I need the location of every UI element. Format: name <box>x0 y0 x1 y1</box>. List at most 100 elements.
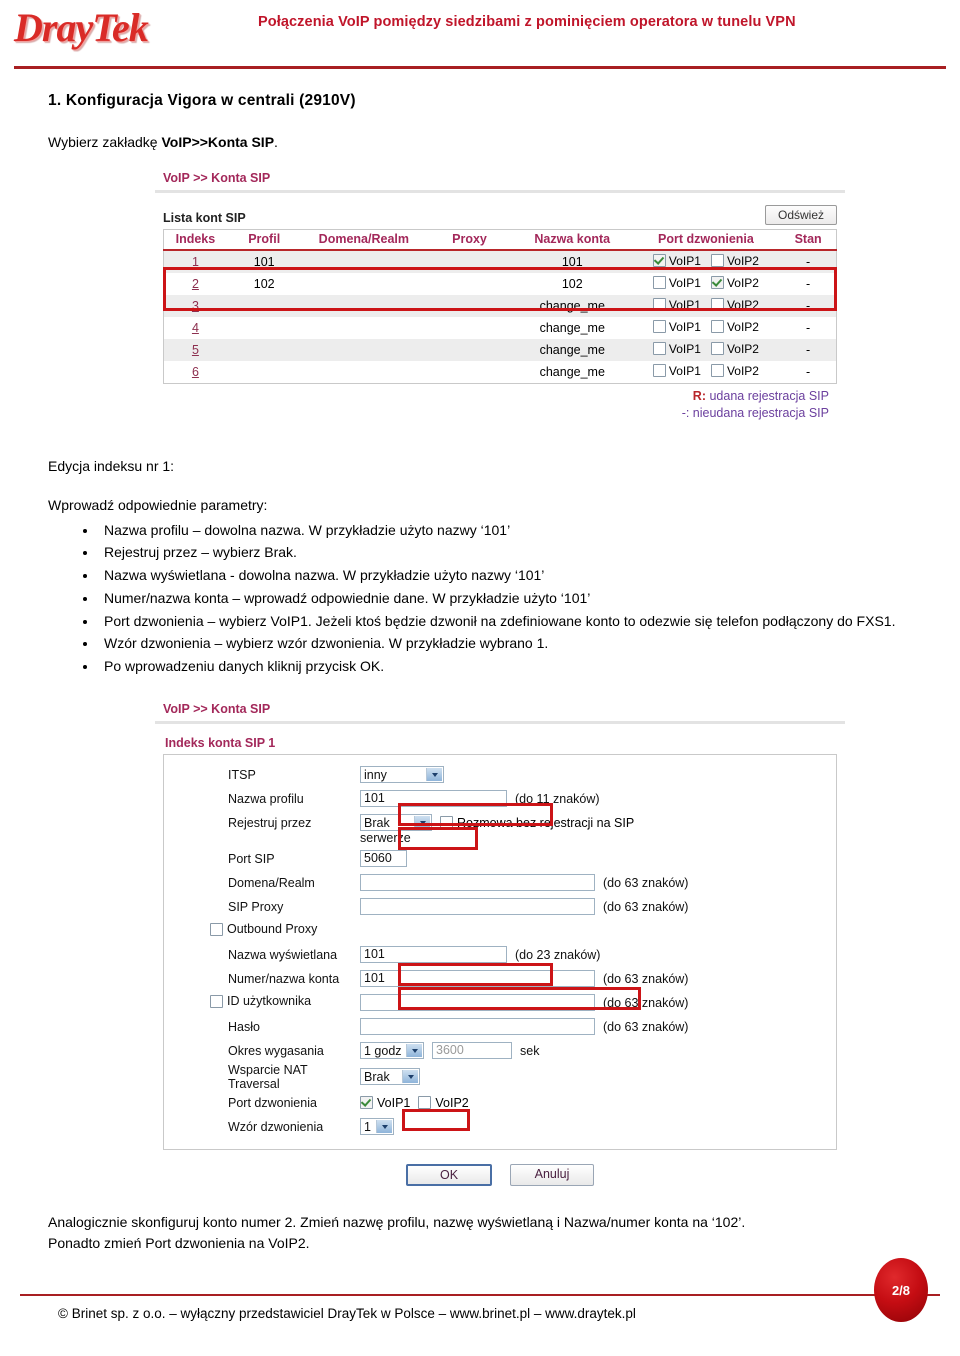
no-registration-checkbox[interactable] <box>440 816 453 830</box>
sip-index-link[interactable]: 5 <box>192 343 199 357</box>
row-voip1-checkbox[interactable] <box>652 254 666 268</box>
refresh-button[interactable]: Odśwież <box>764 205 837 225</box>
cell-profil: 101 <box>226 250 302 273</box>
chevron-down-icon <box>402 1070 418 1084</box>
domain-realm-input[interactable] <box>360 874 595 892</box>
itsp-select[interactable]: inny <box>360 766 444 784</box>
row-voip1-wrap[interactable]: VoIP1 <box>652 253 701 268</box>
outbound-proxy-checkbox-wrap[interactable]: Outbound Proxy <box>210 922 317 936</box>
list-item: Rejestruj przez – wybierz Brak. <box>98 542 940 564</box>
cancel-button[interactable]: Anuluj <box>510 1163 594 1186</box>
expiry-select-value: 1 godz <box>364 1043 402 1058</box>
sip-index-link[interactable]: 6 <box>192 365 199 379</box>
row-voip2-wrap[interactable]: VoIP2 <box>710 254 759 268</box>
userid-checkbox[interactable] <box>210 994 223 1008</box>
row-voip1-wrap[interactable]: VoIP1 <box>652 297 701 312</box>
row-voip2-wrap[interactable]: VoIP2 <box>710 364 759 378</box>
row-voip2-checkbox[interactable] <box>710 342 724 356</box>
cell-domena <box>301 317 427 339</box>
row-voip2-checkbox[interactable] <box>710 254 724 268</box>
row-voip1-checkbox[interactable] <box>652 298 666 312</box>
sip-form-screenshot: VoIP >> Konta SIP Indeks konta SIP 1 ITS… <box>155 697 845 1196</box>
sip-index-link[interactable]: 2 <box>192 277 199 291</box>
page-number-badge: 2/8 <box>874 1258 928 1322</box>
ringport-voip2-checkbox[interactable] <box>418 1096 432 1110</box>
register-via-subword: serwerze <box>360 830 411 845</box>
row-voip1-checkbox[interactable] <box>652 364 666 378</box>
outbound-proxy-checkbox[interactable] <box>210 922 223 936</box>
userid-input[interactable] <box>360 994 595 1012</box>
sip-list-screenshot: VoIP >> Konta SIP Lista kont SIP Odśwież… <box>155 167 845 434</box>
closing-paragraph: Analogicznie skonfiguruj konto numer 2. … <box>48 1212 940 1254</box>
control-port-dzwonienia: VoIP1 VoIP2 <box>360 1096 469 1110</box>
row-voip1-checkbox[interactable] <box>652 320 666 334</box>
row-voip2-checkbox[interactable] <box>710 364 724 378</box>
label-rejestruj-przez: Rejestruj przez <box>228 815 312 830</box>
sip-list-panel: Lista kont SIP Odśwież Indeks Profil Dom… <box>155 193 845 434</box>
page-footer: © Brinet sp. z o.o. – wyłączny przedstaw… <box>0 1258 960 1356</box>
row-voip2-wrap[interactable]: VoIP2 <box>710 341 759 356</box>
expiry-select[interactable]: 1 godz <box>360 1042 424 1060</box>
hint-domena-realm: (do 63 znaków) <box>603 875 689 890</box>
row-voip2-checkbox[interactable] <box>710 320 724 334</box>
control-haslo: (do 63 znaków) <box>360 1018 688 1036</box>
ok-button[interactable]: OK <box>406 1163 492 1186</box>
edit-index-line: Edycja indeksu nr 1: <box>48 457 175 474</box>
row-voip1-label: VoIP1 <box>668 253 701 268</box>
expiry-seconds-input[interactable]: 3600 <box>432 1042 512 1060</box>
userid-label: ID użytkownika <box>227 994 312 1009</box>
sip-port-input[interactable]: 5060 <box>360 850 407 868</box>
legend-line-fail: -: nieudana rejestracja SIP <box>681 405 829 420</box>
row-voip1-wrap[interactable]: VoIP1 <box>652 342 701 356</box>
userid-checkbox-wrap[interactable]: ID użytkownika <box>210 994 311 1008</box>
cell-stan: - <box>780 250 837 273</box>
label-id-uzytkownika-wrap: ID użytkownika <box>170 994 360 1011</box>
account-name-input[interactable]: 101 <box>360 970 595 988</box>
cell-profil <box>226 317 302 339</box>
row-voip1-wrap[interactable]: VoIP1 <box>652 363 701 378</box>
nat-traversal-select[interactable]: Brak <box>360 1068 420 1086</box>
no-registration-checkbox-wrap[interactable]: Rozmowa bez rejestracji na SIP <box>440 816 634 830</box>
row-voip1-wrap[interactable]: VoIP1 <box>652 320 701 334</box>
row-voip1-label: VoIP1 <box>668 363 701 378</box>
expiry-unit-label: sek <box>520 1043 540 1058</box>
register-via-select[interactable]: Brak <box>360 814 432 832</box>
row-voip2-checkbox[interactable] <box>710 298 724 312</box>
row-voip2-checkbox[interactable] <box>710 276 724 290</box>
row-voip2-wrap[interactable]: VoIP2 <box>710 320 759 334</box>
chevron-down-icon <box>376 1120 392 1134</box>
cell-profil <box>226 361 302 384</box>
sip-form-title: Indeks konta SIP 1 <box>165 735 276 750</box>
control-nazwa-profilu: 101 (do 11 znaków) <box>360 790 600 808</box>
table-row: 4 change_me VoIP1 VoIP2 - <box>163 317 837 339</box>
display-name-input[interactable]: 101 <box>360 946 507 964</box>
label-wzor-dzwonienia: Wzór dzwonienia <box>228 1119 324 1134</box>
sip-index-link[interactable]: 4 <box>192 321 199 335</box>
label-numer-nazwa-konta: Numer/nazwa konta <box>228 971 340 986</box>
row-voip2-label: VoIP2 <box>726 341 759 356</box>
ringport-voip1-wrap[interactable]: VoIP1 <box>360 1096 410 1110</box>
row-voip2-wrap[interactable]: VoIP2 <box>710 297 759 312</box>
row-voip1-label: VoIP1 <box>668 275 701 290</box>
sip-index-link[interactable]: 3 <box>192 299 199 313</box>
cell-proxy <box>426 339 513 361</box>
sip-index-link[interactable]: 1 <box>192 255 199 269</box>
sip-proxy-input[interactable] <box>360 898 595 916</box>
intro-bold-path: VoIP>>Konta SIP <box>161 134 275 150</box>
control-okres-wygasania: 1 godz 3600 sek <box>360 1042 540 1060</box>
row-voip1-checkbox[interactable] <box>652 276 666 290</box>
row-voip1-wrap[interactable]: VoIP1 <box>652 275 701 290</box>
row-voip1-label: VoIP1 <box>668 297 701 312</box>
ringport-voip1-checkbox[interactable] <box>360 1096 373 1110</box>
password-input[interactable] <box>360 1018 595 1036</box>
cell-indeks: 5 <box>163 339 227 361</box>
ringport-voip2-wrap[interactable]: VoIP2 <box>418 1096 469 1110</box>
label-port-dzwonienia: Port dzwonienia <box>228 1095 317 1110</box>
row-voip2-label: VoIP2 <box>726 297 759 312</box>
row-haslo: Hasło (do 63 znaków) <box>170 1015 830 1039</box>
profile-name-input[interactable]: 101 <box>360 790 507 808</box>
label-outbound-proxy-wrap: Outbound Proxy <box>170 922 360 939</box>
ring-pattern-select[interactable]: 1 <box>360 1118 394 1136</box>
row-voip2-wrap[interactable]: VoIP2 <box>710 276 759 290</box>
row-voip1-checkbox[interactable] <box>652 342 666 356</box>
